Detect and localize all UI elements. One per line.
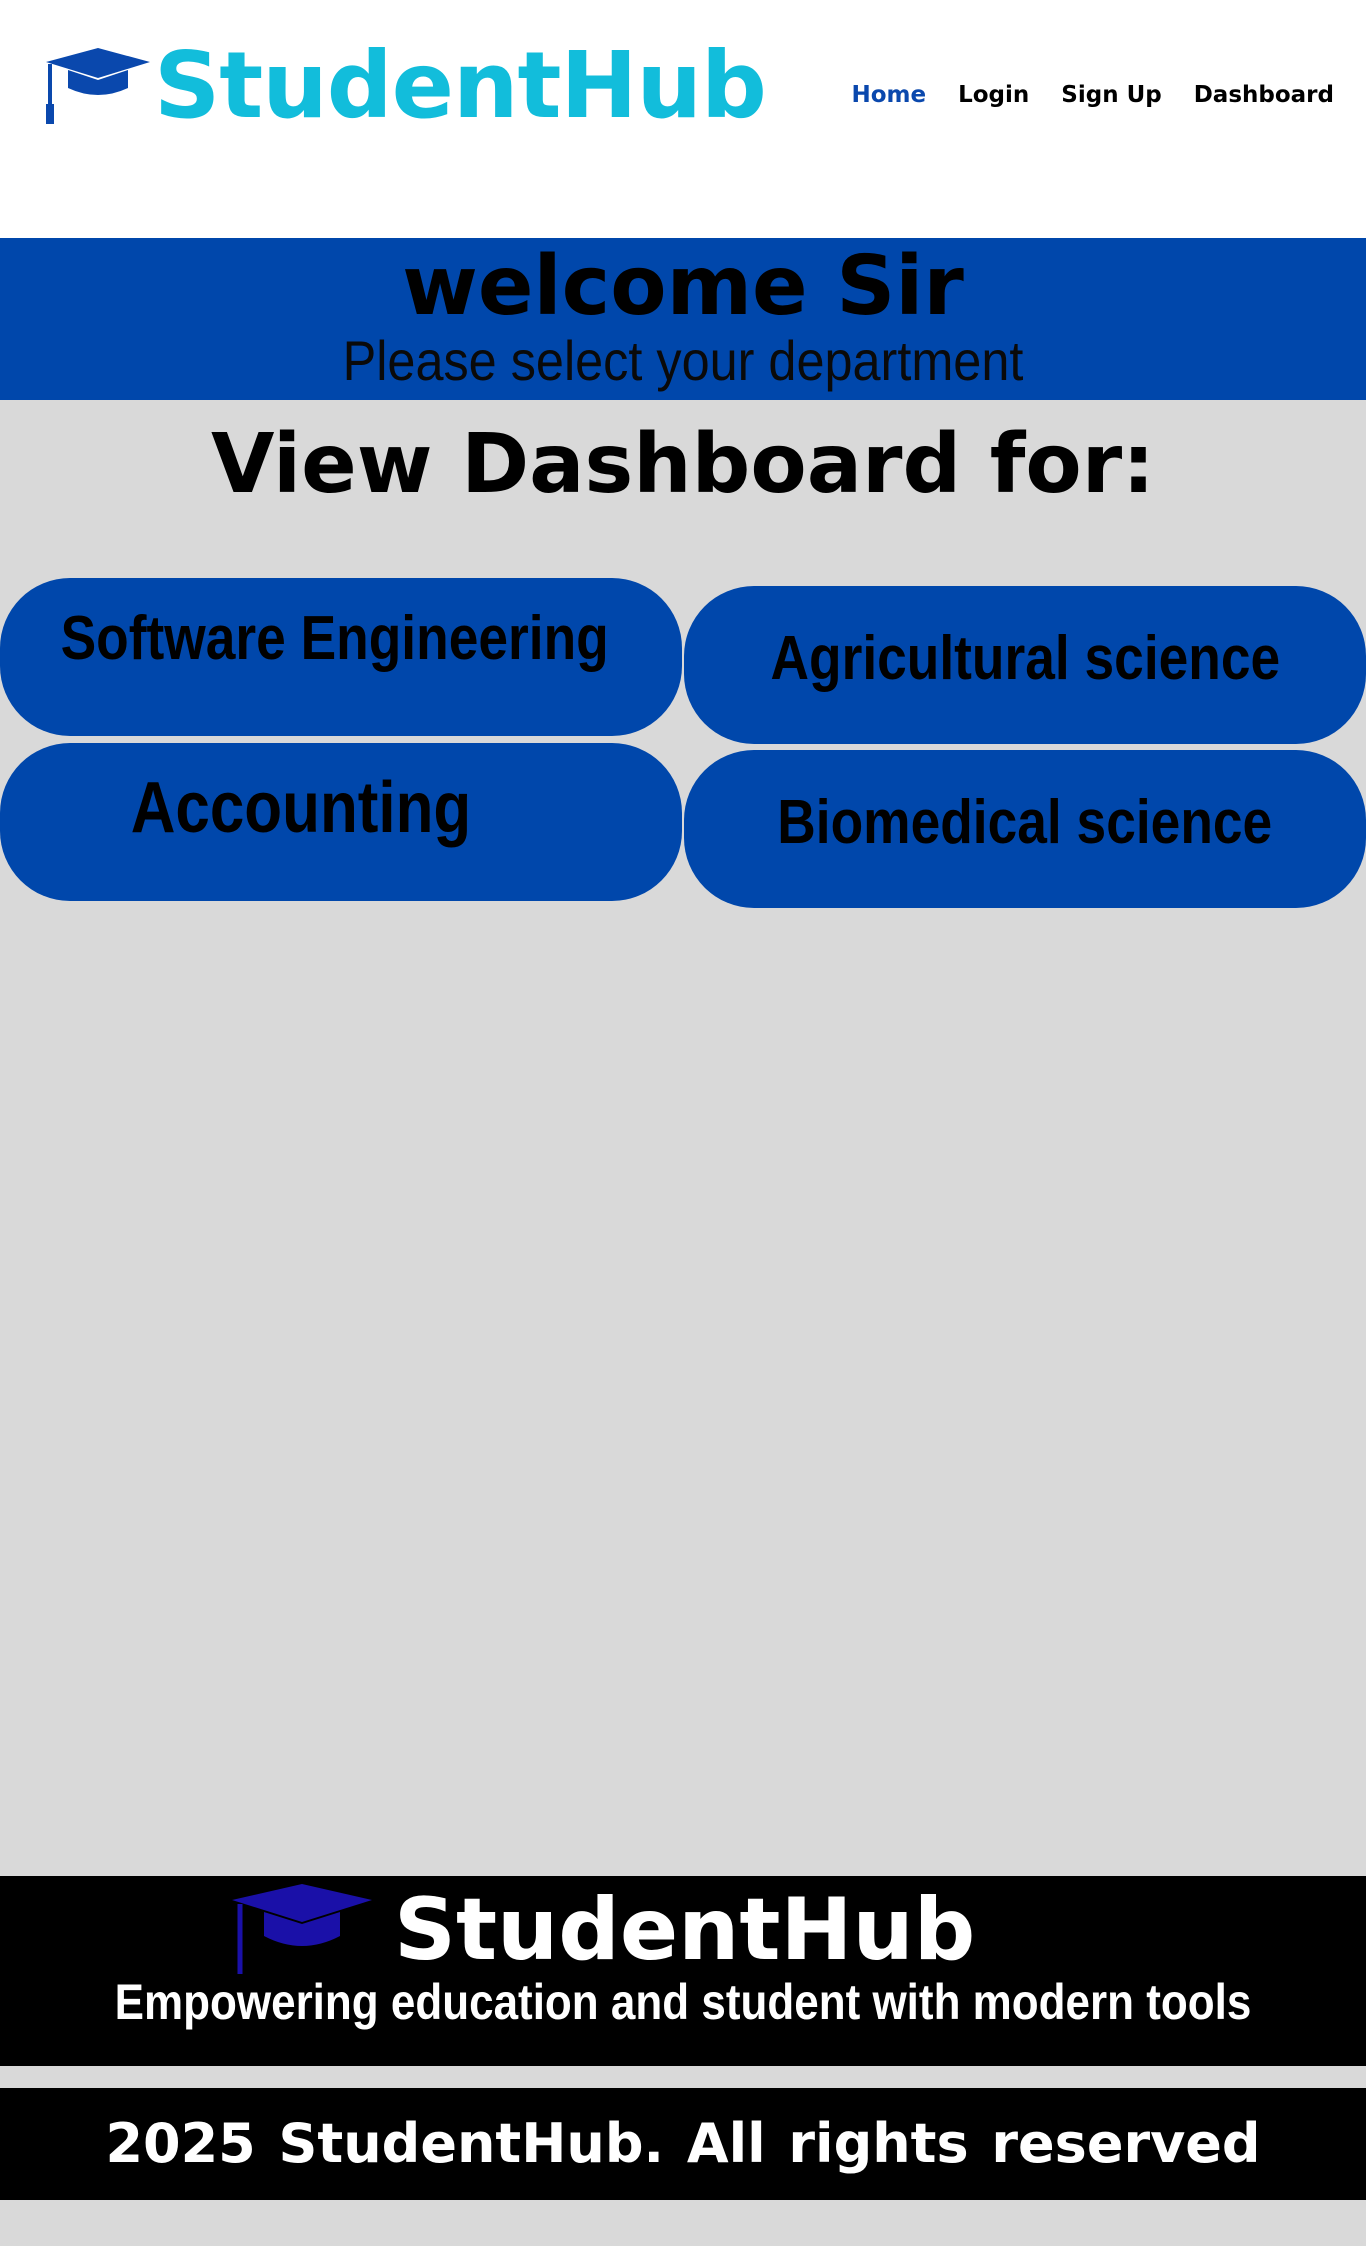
- biomedical-science-button[interactable]: Biomedical science: [684, 750, 1366, 908]
- site-header: StudentHub Home Login Sign Up Dashboard: [0, 0, 1366, 238]
- department-label: Agricultural science: [770, 624, 1280, 693]
- graduation-cap-icon: [46, 48, 150, 124]
- welcome-subtitle: Please select your department: [342, 329, 1024, 392]
- department-label: Software Engineering: [60, 604, 610, 673]
- footer-brand-section: StudentHub Empowering education and stud…: [0, 1876, 1366, 2066]
- welcome-title: welcome Sir: [402, 239, 964, 334]
- nav-dashboard[interactable]: Dashboard: [1194, 84, 1334, 107]
- software-engineering-button[interactable]: Software Engineering: [0, 578, 682, 736]
- department-label: Accounting: [130, 768, 472, 848]
- page-heading: View Dashboard for:: [211, 417, 1155, 512]
- agricultural-science-button[interactable]: Agricultural science: [684, 586, 1366, 744]
- nav-home[interactable]: Home: [851, 84, 926, 107]
- welcome-banner: welcome Sir Please select your departmen…: [0, 238, 1366, 400]
- accounting-button[interactable]: Accounting: [0, 743, 682, 901]
- main-nav: Home Login Sign Up Dashboard: [851, 84, 1334, 107]
- footer-logo: StudentHub: [228, 1882, 975, 1978]
- footer-tagline: Empowering education and student with mo…: [114, 1974, 1252, 2030]
- copyright-text: 2025 StudentHub. All rights reserved: [105, 2112, 1261, 2175]
- nav-sign-up[interactable]: Sign Up: [1061, 84, 1161, 107]
- brand-name: StudentHub: [154, 32, 767, 139]
- copyright-bar: 2025 StudentHub. All rights reserved: [0, 2088, 1366, 2200]
- brand-logo[interactable]: StudentHub: [40, 32, 767, 139]
- footer-brand-name: StudentHub: [394, 1880, 976, 1980]
- graduation-cap-icon: [232, 1884, 372, 1974]
- nav-login[interactable]: Login: [958, 84, 1029, 107]
- department-label: Biomedical science: [777, 788, 1273, 857]
